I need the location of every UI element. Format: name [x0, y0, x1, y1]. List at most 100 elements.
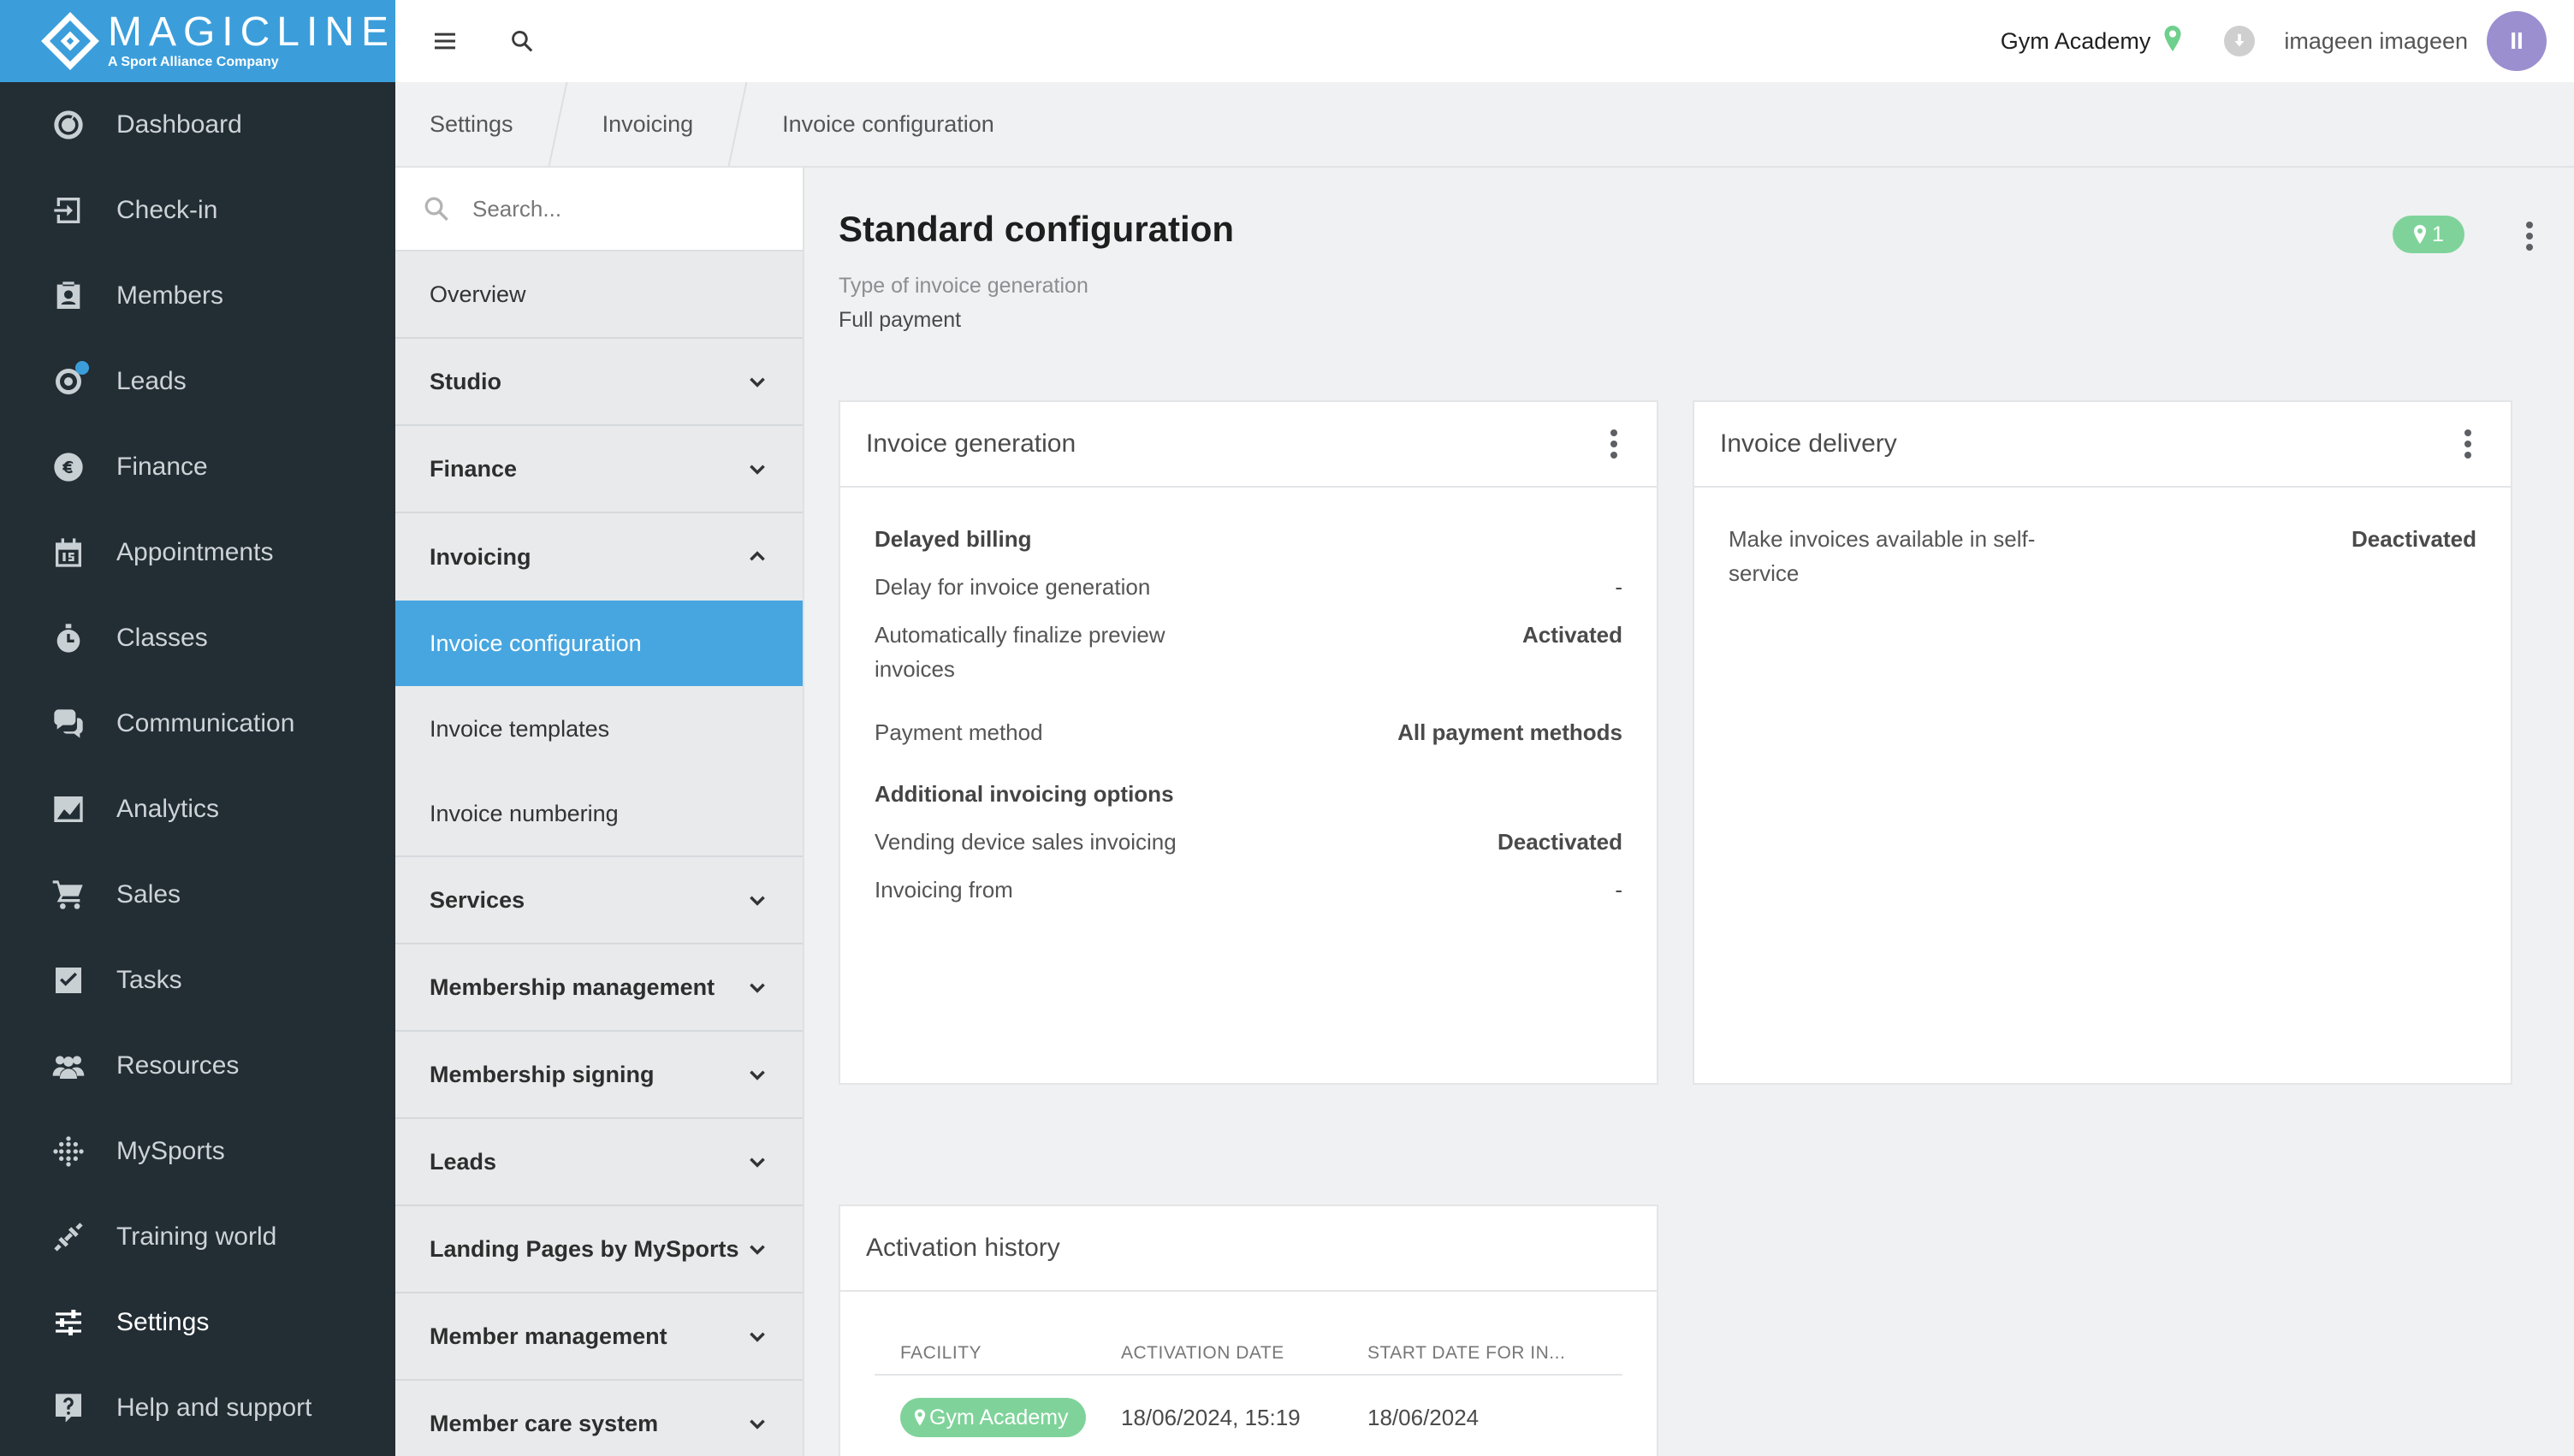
nav-item-label: Communication [116, 709, 295, 737]
avatar[interactable]: II [2487, 11, 2547, 71]
activation-history-card: Activation history FACILITY ACTIVATION D… [839, 1204, 1658, 1456]
nav-item-label: Training world [116, 1222, 277, 1251]
column-header-facility[interactable]: FACILITY [875, 1343, 1121, 1364]
breadcrumb: Settings Invoicing Invoice configuration [395, 82, 2574, 168]
nav-item-analytics[interactable]: Analytics [0, 766, 395, 852]
brand-name: MAGICLINE [107, 9, 395, 55]
section-title: Delayed billing [875, 526, 1032, 552]
nav-item-label: Tasks [116, 966, 182, 994]
subnav-label: Member management [430, 1323, 667, 1349]
settings-subnav: Overview Studio Finance Invoicing Invoic… [395, 168, 804, 1456]
subnav-leads[interactable]: Leads [395, 1119, 803, 1206]
studio-selector[interactable]: Gym Academy [2001, 28, 2151, 55]
chevron-down-icon [746, 1325, 768, 1347]
subnav-member-management[interactable]: Member management [395, 1293, 803, 1381]
nav-item-communication[interactable]: Communication [0, 681, 395, 766]
user-name[interactable]: imageen imageen [2284, 28, 2468, 55]
subnav-label: Leads [430, 1148, 497, 1175]
checkbox-icon [50, 962, 87, 999]
chevron-down-icon [746, 1412, 768, 1435]
subnav-invoice-configuration[interactable]: Invoice configuration [395, 601, 803, 686]
chevron-down-icon [746, 458, 768, 480]
facility-badge: Gym Academy [900, 1398, 1086, 1437]
nav-item-resources[interactable]: Resources [0, 1023, 395, 1109]
calendar-icon [50, 534, 87, 571]
field-label: Invoicing from [875, 877, 1013, 903]
subnav-studio[interactable]: Studio [395, 339, 803, 426]
nav-item-label: Members [116, 281, 224, 310]
nav-item-settings[interactable]: Settings [0, 1280, 395, 1365]
subnav-finance[interactable]: Finance [395, 426, 803, 513]
facility-name: Gym Academy [929, 1405, 1069, 1429]
column-header-start-date[interactable]: START DATE FOR IN... [1367, 1343, 1607, 1364]
more-options-icon[interactable] [2512, 219, 2547, 253]
location-count-badge[interactable]: 1 [2393, 216, 2464, 253]
nav-item-mysports[interactable]: MySports [0, 1109, 395, 1194]
cart-icon [50, 876, 87, 914]
subnav-label: Invoicing [430, 543, 531, 570]
nav-item-sales[interactable]: Sales [0, 852, 395, 938]
nav-item-label: Dashboard [116, 110, 242, 139]
section-title: Additional invoicing options [875, 781, 1174, 807]
nav-item-tasks[interactable]: Tasks [0, 938, 395, 1023]
nav-item-label: MySports [116, 1137, 225, 1165]
brand-logo[interactable]: MAGICLINE A Sport Alliance Company [0, 0, 395, 82]
table-row[interactable]: Gym Academy 18/06/2024, 15:19 18/06/2024 [875, 1376, 1622, 1456]
field-value: - [1615, 574, 1622, 600]
nav-item-leads[interactable]: Leads [0, 339, 395, 424]
subnav-label: Invoice configuration [430, 630, 642, 656]
nav-item-label: Leads [116, 367, 187, 395]
nav-item-help[interactable]: Help and support [0, 1365, 395, 1451]
nav-item-training-world[interactable]: Training world [0, 1194, 395, 1280]
page-title: Standard configuration [839, 209, 1234, 249]
nav-item-label: Resources [116, 1051, 240, 1080]
settings-search-input[interactable] [472, 195, 780, 222]
breadcrumb-settings[interactable]: Settings [395, 82, 548, 166]
subnav-label: Studio [430, 368, 501, 394]
subnav-landing-pages[interactable]: Landing Pages by MySports [395, 1206, 803, 1293]
sliders-icon [50, 1304, 87, 1341]
subnav-overview[interactable]: Overview [395, 252, 803, 339]
nav-item-classes[interactable]: Classes [0, 595, 395, 681]
subnav-label: Finance [430, 455, 518, 482]
subnav-membership-management[interactable]: Membership management [395, 944, 803, 1032]
more-options-icon[interactable] [2451, 427, 2485, 461]
breadcrumb-separator [548, 82, 568, 166]
nav-item-appointments[interactable]: Appointments [0, 510, 395, 595]
subnav-services[interactable]: Services [395, 857, 803, 944]
subnav-membership-signing[interactable]: Membership signing [395, 1032, 803, 1119]
subnav-invoice-templates[interactable]: Invoice templates [395, 686, 803, 772]
hamburger-menu-icon[interactable] [426, 22, 464, 60]
card-title: Activation history [866, 1234, 1060, 1262]
subnav-label: Invoice numbering [430, 800, 619, 826]
location-pin-icon [2150, 25, 2183, 57]
subnav-member-care-system[interactable]: Member care system [395, 1381, 803, 1456]
notification-dot [75, 361, 89, 375]
field-value: All payment methods [1397, 719, 1622, 745]
subnav-invoice-numbering[interactable]: Invoice numbering [395, 772, 803, 857]
dumbbell-icon [50, 1218, 87, 1256]
breadcrumb-invoicing[interactable]: Invoicing [568, 82, 728, 166]
field-label: Payment method [875, 719, 1043, 745]
dots-grid-icon [50, 1133, 87, 1170]
download-icon[interactable] [2224, 26, 2256, 56]
search-icon[interactable] [503, 22, 541, 60]
nav-item-check-in[interactable]: Check-in [0, 168, 395, 253]
field-value: Deactivated [2352, 526, 2476, 552]
people-icon [50, 1047, 87, 1085]
chevron-down-icon [746, 1238, 768, 1260]
generation-type-label: Type of invoice generation [839, 274, 1088, 298]
card-title: Invoice delivery [1720, 429, 1897, 458]
subnav-label: Membership signing [430, 1061, 655, 1087]
column-header-activation-date[interactable]: ACTIVATION DATE [1121, 1343, 1367, 1364]
activation-history-table: FACILITY ACTIVATION DATE START DATE FOR … [875, 1333, 1622, 1456]
field-value: Deactivated [1498, 829, 1622, 855]
subnav-invoicing[interactable]: Invoicing [395, 513, 803, 601]
subnav-label: Services [430, 886, 525, 913]
nav-item-members[interactable]: Members [0, 253, 395, 339]
dashboard-icon [50, 106, 87, 144]
nav-item-finance[interactable]: Finance [0, 424, 395, 510]
nav-item-dashboard[interactable]: Dashboard [0, 82, 395, 168]
main-navigation: MAGICLINE A Sport Alliance Company Dashb… [0, 0, 395, 1456]
more-options-icon[interactable] [1597, 427, 1631, 461]
